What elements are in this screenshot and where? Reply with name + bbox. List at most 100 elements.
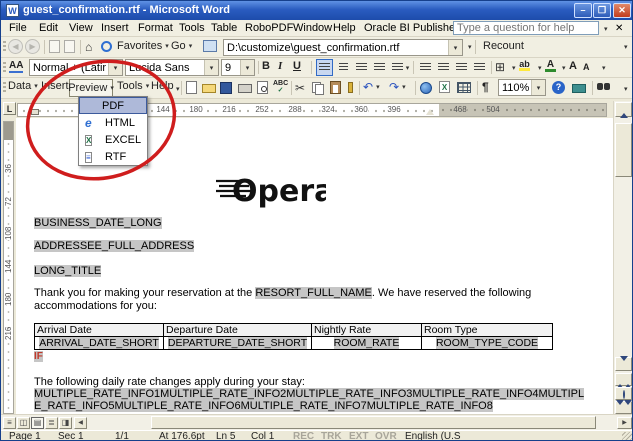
maximize-button[interactable]: ❐ (593, 3, 611, 18)
decrease-indent-button[interactable] (453, 59, 470, 76)
refresh-icon[interactable] (64, 40, 75, 53)
save-icon[interactable] (220, 82, 232, 94)
field-resort-full-name[interactable]: RESORT_FULL_NAME (255, 287, 372, 299)
borders-button[interactable]: ⊞ (495, 60, 505, 74)
print-icon[interactable] (238, 84, 252, 93)
scroll-up-button[interactable] (615, 102, 632, 117)
favorites-button[interactable]: Favorites ▾ (117, 40, 169, 52)
align-right-button[interactable] (353, 59, 370, 76)
vertical-scrollbar[interactable] (613, 101, 632, 414)
toolbar-grip[interactable] (3, 41, 6, 53)
next-page-button[interactable] (615, 401, 632, 414)
field-multiple-rate-info-line2[interactable]: E_RATE_INFO5MULTIPLE_RATE_INFO6MULTIPLE_… (34, 400, 493, 412)
start-page-home-icon[interactable]: ⌂ (85, 40, 92, 54)
status-ext-toggle[interactable]: EXT (349, 431, 368, 441)
toolbar-grip[interactable] (3, 62, 6, 73)
menu-item-rtf[interactable]: ≡ RTF (79, 148, 147, 165)
field-addressee-address[interactable]: ADDRESSEE_FULL_ADDRESS (34, 240, 194, 252)
menu-view[interactable]: View (69, 21, 93, 36)
data-menu-button[interactable]: Data▾ (8, 80, 38, 92)
menu-table[interactable]: Table (211, 21, 237, 36)
select-browse-object-button[interactable] (615, 387, 632, 400)
scrollbar-thumb[interactable] (151, 416, 596, 429)
preview-menu-button[interactable]: Preview▾ (69, 79, 113, 97)
chevron-down-icon[interactable]: ▾ (108, 60, 122, 75)
help-icon[interactable]: ? (552, 81, 565, 94)
field-multiple-rate-info-line1[interactable]: MULTIPLE_RATE_INFO1MULTIPLE_RATE_INFO2MU… (34, 388, 584, 400)
numbering-button[interactable] (417, 59, 434, 76)
field-room-rate[interactable]: ROOM_RATE (334, 337, 400, 349)
zoom-combobox[interactable]: 110% ▾ (498, 79, 546, 96)
previous-page-button[interactable] (615, 373, 632, 386)
status-ovr-toggle[interactable]: OVR (375, 431, 397, 441)
underline-button[interactable]: U (293, 60, 301, 72)
tools-menu-button[interactable]: Tools▾ (117, 80, 149, 92)
field-room-type-code[interactable]: ROOM_TYPE_CODE (436, 337, 538, 349)
grow-font-button[interactable]: A (569, 60, 577, 72)
resize-grip[interactable] (622, 432, 633, 441)
menu-item-pdf[interactable]: PDF (79, 97, 147, 114)
reading-view-button[interactable]: ◨ (59, 417, 72, 429)
menu-item-excel[interactable]: X EXCEL (79, 131, 147, 148)
redo-button[interactable]: ↷▾ (389, 80, 406, 94)
print-preview-icon[interactable] (257, 81, 268, 94)
bullets-button[interactable] (435, 59, 452, 76)
chevron-down-icon[interactable]: ▾ (531, 80, 545, 95)
status-trk-toggle[interactable]: TRK (321, 431, 342, 441)
indent-marker[interactable] (31, 109, 39, 115)
toolbar-options-icon[interactable]: ▾ (176, 85, 180, 93)
rates-table[interactable]: Arrival Date Departure Date Nightly Rate… (34, 323, 553, 350)
right-indent-marker[interactable] (426, 109, 434, 115)
stop-jump-icon[interactable] (49, 40, 60, 53)
menu-robopdf[interactable]: RoboPDF (245, 21, 293, 36)
field-business-date[interactable]: BUSINESS_DATE_LONG (34, 217, 162, 229)
insert-table-icon[interactable] (457, 82, 471, 93)
normal-view-button[interactable]: ≡ (3, 417, 16, 429)
highlight-button[interactable]: ab (519, 59, 530, 71)
print-alt-icon[interactable] (572, 84, 586, 93)
question-dropdown-icon[interactable]: ▾ (604, 22, 608, 37)
menu-oracle-bi-publisher[interactable]: Oracle BI Publisher (364, 21, 459, 36)
spelling-icon[interactable]: ABC✓ (273, 80, 288, 94)
scrollbar-thumb[interactable] (615, 123, 632, 177)
show-web-toolbar-icon[interactable] (203, 40, 217, 52)
minimize-button[interactable]: – (574, 3, 592, 18)
font-size-combobox[interactable]: 9 ▾ (221, 59, 255, 76)
question-for-help-input[interactable] (453, 21, 599, 35)
align-center-button[interactable] (335, 59, 352, 76)
menu-window[interactable]: Window (293, 21, 332, 36)
search-web-icon[interactable] (101, 41, 112, 52)
tab-stop-selector[interactable]: L (3, 102, 16, 115)
menu-tools[interactable]: Tools (179, 21, 205, 36)
toolbar-overflow-icon[interactable]: ▾ (624, 85, 628, 93)
font-color-button[interactable]: A (545, 59, 556, 72)
shrink-font-button[interactable]: A (583, 62, 590, 72)
address-dropdown-icon[interactable]: ▾ (448, 40, 462, 55)
close-document-button[interactable]: ✕ (615, 21, 623, 36)
italic-button[interactable]: I (278, 60, 282, 72)
increase-indent-button[interactable] (471, 59, 488, 76)
styles-and-formatting-icon[interactable]: AA (9, 60, 23, 73)
toolbar-options-icon[interactable]: ▾ (468, 43, 472, 51)
toolbar-grip[interactable] (3, 82, 6, 94)
line-spacing-button[interactable]: ▾ (390, 59, 411, 76)
field-arrival-date[interactable]: ARRIVAL_DATE_SHORT (39, 337, 159, 349)
recount-button[interactable]: Recount (483, 40, 524, 52)
new-document-icon[interactable] (186, 81, 197, 94)
address-combobox[interactable]: D:\customize\guest_confirmation.rtf ▾ (223, 39, 463, 56)
outline-view-button[interactable]: ≣ (45, 417, 58, 429)
paste-icon[interactable] (330, 81, 341, 94)
open-icon[interactable] (202, 84, 216, 93)
chevron-down-icon[interactable]: ▾ (562, 64, 566, 72)
insert-hyperlink-icon[interactable] (420, 82, 432, 94)
status-rec-toggle[interactable]: REC (293, 431, 314, 441)
chevron-down-icon[interactable]: ▾ (538, 64, 542, 72)
print-layout-view-button[interactable]: ▤ (31, 417, 44, 429)
field-departure-date[interactable]: DEPARTURE_DATE_SHORT (168, 337, 307, 349)
insert-excel-icon[interactable]: X (439, 81, 450, 93)
scroll-right-button[interactable]: ▶ (617, 417, 632, 429)
horizontal-scrollbar[interactable]: ≡ ◫ ▤ ≣ ◨ ◀ ▶ (1, 414, 633, 430)
menu-file[interactable]: File (9, 21, 27, 36)
chevron-down-icon[interactable]: ▾ (512, 64, 516, 72)
toolbar-overflow-icon[interactable]: ▾ (624, 43, 628, 51)
